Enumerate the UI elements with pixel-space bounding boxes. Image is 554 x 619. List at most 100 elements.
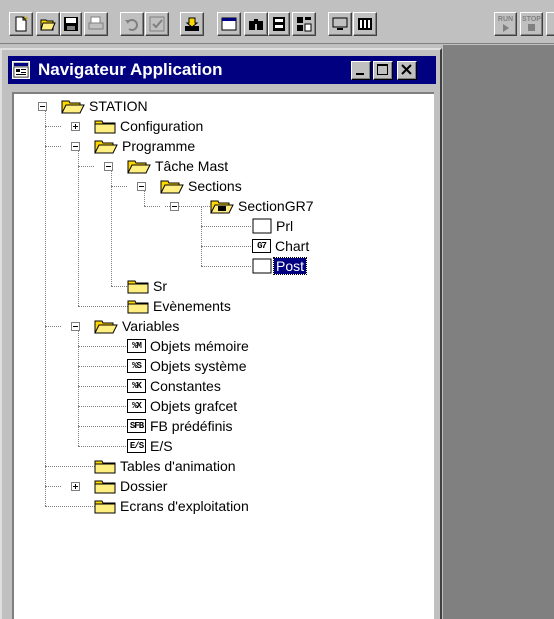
close-button[interactable] <box>397 61 417 80</box>
undo-icon <box>125 19 138 31</box>
tree-node-objets-grafcet[interactable]: %X Objets grafcet <box>127 397 239 415</box>
collapse-sectiongr7-toggle[interactable] <box>170 202 179 211</box>
collapse-station-toggle[interactable] <box>38 102 47 111</box>
tree-label: Programme <box>122 138 196 154</box>
collapse-tache-mast-toggle[interactable] <box>104 162 113 171</box>
tree-label: Prl <box>276 218 294 234</box>
title-bar[interactable]: Navigateur Application <box>8 56 436 84</box>
monitor-button[interactable] <box>328 12 352 36</box>
maximize-button[interactable] <box>373 61 393 80</box>
expand-dossier-toggle[interactable] <box>71 482 80 491</box>
window-button[interactable] <box>217 12 241 36</box>
tree-node-configuration[interactable]: Configuration <box>94 117 205 135</box>
tree-node-dossier[interactable]: Dossier <box>94 477 169 495</box>
tree-label: Variables <box>122 318 180 334</box>
tree-connector <box>78 166 94 167</box>
tree-node-fb-predefinis[interactable]: SFB FB prédéfinis <box>127 417 234 435</box>
application-tree[interactable]: STATION Configuration Programme Tâche Ma… <box>12 92 434 619</box>
transfer-icon <box>185 17 199 31</box>
tree-node-variables[interactable]: Variables <box>94 317 181 335</box>
open-button[interactable] <box>36 12 60 36</box>
tool-button[interactable] <box>292 12 316 36</box>
tree-connector <box>111 186 127 187</box>
module-button[interactable] <box>268 12 290 36</box>
window-title: Navigateur Application <box>38 60 223 79</box>
tree-label: Objets mémoire <box>150 338 249 354</box>
tree-connector <box>78 386 128 387</box>
tree-label: Chart <box>275 238 310 254</box>
find-button[interactable] <box>244 12 268 36</box>
folder-icon <box>94 500 116 514</box>
play-icon <box>502 24 509 32</box>
tree-connector <box>201 266 251 267</box>
tree-node-prl[interactable]: Prl <box>252 217 295 235</box>
new-document-icon <box>15 16 28 32</box>
tree-connector <box>45 146 61 147</box>
run-button[interactable]: RUN <box>494 12 517 36</box>
tree-node-objets-systeme[interactable]: %S Objets système <box>127 357 248 375</box>
extra-button[interactable] <box>546 12 554 36</box>
collapse-sections-toggle[interactable] <box>137 182 146 191</box>
tree-connector <box>111 286 127 287</box>
folder-icon <box>127 300 149 314</box>
tree-connector <box>45 106 46 506</box>
collapse-programme-toggle[interactable] <box>71 142 80 151</box>
tree-label: STATION <box>89 98 148 114</box>
stop-icon <box>527 24 535 31</box>
stop-button[interactable]: STOP <box>520 12 543 36</box>
tree-node-tache-mast[interactable]: Tâche Mast <box>127 157 230 175</box>
collapse-variables-toggle[interactable] <box>71 322 80 331</box>
tree-node-sections[interactable]: Sections <box>160 177 244 195</box>
tree-node-post[interactable]: Post <box>252 257 308 275</box>
tree-label: Configuration <box>120 118 204 134</box>
grafcet-chart-icon: G7 <box>252 239 271 253</box>
columns-button[interactable] <box>353 12 377 36</box>
tree-connector <box>78 426 128 427</box>
tree-connector <box>45 466 95 467</box>
tree-connector <box>45 326 61 327</box>
tree-connector <box>201 246 251 247</box>
memory-object-icon: %M <box>127 339 146 353</box>
workspace-background <box>443 45 554 619</box>
check-button[interactable] <box>145 12 169 36</box>
open-folder-icon <box>94 320 118 334</box>
tree-label: SectionGR7 <box>238 198 314 214</box>
tree-node-chart[interactable]: G7 Chart <box>252 237 311 255</box>
tree-node-constantes[interactable]: %K Constantes <box>127 377 223 395</box>
constant-icon: %K <box>127 379 146 393</box>
tree-node-tables-animation[interactable]: Tables d'animation <box>94 457 238 475</box>
new-document-button[interactable] <box>9 12 33 36</box>
open-folder-icon <box>127 160 151 174</box>
save-button[interactable] <box>60 12 82 36</box>
tree-node-evenements[interactable]: Evènements <box>127 297 233 315</box>
monitor-icon <box>332 17 348 30</box>
tree-node-sectiongr7[interactable]: SectionGR7 <box>210 197 315 215</box>
tree-connector <box>201 206 202 266</box>
tree-label: Sr <box>153 278 167 294</box>
open-folder-icon <box>40 19 56 31</box>
folder-icon <box>94 460 116 474</box>
tree-connector <box>78 346 128 347</box>
open-folder-icon <box>210 200 234 214</box>
minimize-button[interactable] <box>351 61 371 80</box>
tree-label: Tâche Mast <box>155 158 229 174</box>
save-disk-icon <box>64 17 78 31</box>
maximize-icon <box>377 64 388 75</box>
print-icon <box>88 16 104 30</box>
tree-label: Dossier <box>120 478 168 494</box>
tree-node-programme[interactable]: Programme <box>94 137 197 155</box>
blank-document-icon <box>252 258 272 274</box>
application-window-icon <box>12 61 30 79</box>
blank-document-icon <box>252 218 272 234</box>
tree-node-sr[interactable]: Sr <box>127 277 169 295</box>
tree-label: Ecrans d'exploitation <box>120 498 249 514</box>
tree-node-station[interactable]: STATION <box>61 97 150 115</box>
transfer-button[interactable] <box>180 12 204 36</box>
undo-button[interactable] <box>120 12 144 36</box>
toolbar: RUN STOP <box>0 0 554 44</box>
tree-node-es[interactable]: E/S E/S <box>127 437 175 455</box>
expand-configuration-toggle[interactable] <box>71 122 80 131</box>
tree-node-ecrans-exploitation[interactable]: Ecrans d'exploitation <box>94 497 251 515</box>
print-button[interactable] <box>84 12 108 36</box>
tree-node-objets-memoire[interactable]: %M Objets mémoire <box>127 337 251 355</box>
